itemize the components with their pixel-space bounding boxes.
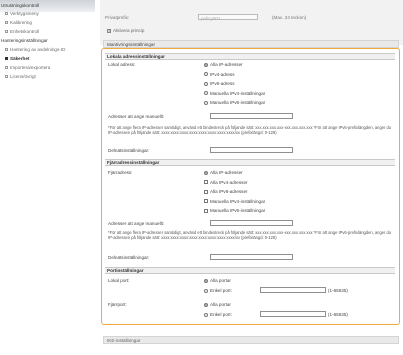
ike-settings-header: IKE-inställningar bbox=[103, 336, 399, 344]
bullet-icon bbox=[5, 30, 8, 34]
checkbox-checked-icon bbox=[107, 28, 111, 33]
local-port-single-radio[interactable]: Enkel port: bbox=[204, 288, 232, 294]
local-note: *För att ange flera IP-adresser samtidig… bbox=[108, 125, 392, 135]
radio-selected-icon bbox=[204, 302, 208, 307]
local-option-4[interactable]: Manuella IPv6-inställningar bbox=[204, 100, 265, 106]
remote-port-single-radio[interactable]: Enkel port: bbox=[204, 312, 232, 318]
remote-manual-label: Adresser att ange manuellt: bbox=[108, 221, 165, 226]
remote-manual-input[interactable] bbox=[210, 220, 293, 226]
radio-icon bbox=[204, 72, 208, 77]
remote-option-4[interactable]: Manuella IPv6-inställningar bbox=[204, 208, 265, 214]
sidebar-item[interactable]: Hantering av avdelnings-ID bbox=[5, 47, 65, 53]
sidebar-item-label: Licens/övrigt bbox=[10, 74, 36, 79]
local-port-range-hint: (1-65535) bbox=[328, 288, 348, 293]
bullet-icon bbox=[5, 75, 8, 79]
local-port-input[interactable] bbox=[260, 287, 326, 293]
sidebar-item[interactable]: Importera/exportera bbox=[5, 65, 50, 71]
local-manual-label: Adresser att ange manuellt: bbox=[108, 114, 165, 119]
local-subnet-input[interactable] bbox=[210, 147, 293, 153]
sidebar: Utrustningskontroll Verktygsmeny Kalibreri… bbox=[0, 0, 95, 355]
local-address-label: Lokal adress: bbox=[108, 62, 136, 67]
sidebar-item-label: Verktygsmeny bbox=[10, 11, 39, 16]
sidebar-item[interactable]: Verktygsmeny bbox=[5, 11, 39, 17]
bullet-icon bbox=[5, 48, 8, 52]
local-subnet-label: Delnätsinställningar: bbox=[108, 148, 150, 153]
bullet-icon bbox=[5, 57, 8, 61]
local-port-all-radio[interactable]: Alla portar bbox=[204, 278, 231, 284]
remote-option-1[interactable]: Alla IPv4-adresser bbox=[204, 180, 248, 186]
remote-port-all-radio[interactable]: Alla portar bbox=[204, 302, 231, 308]
sidebar-item[interactable]: Säkerhet bbox=[5, 56, 29, 62]
sidebar-item[interactable]: Licens/övrigt bbox=[5, 74, 36, 80]
bullet-icon bbox=[5, 12, 8, 16]
bullet-icon bbox=[5, 66, 8, 70]
section-header: Mantivringsinställningar bbox=[103, 40, 399, 48]
remote-option-0[interactable]: Alla IP-adresser bbox=[204, 170, 243, 176]
radio-icon bbox=[204, 81, 208, 86]
prefix-label: Privatprefix: bbox=[105, 15, 130, 20]
sidebar-item[interactable]: Hanteringsinställningar bbox=[1, 38, 48, 44]
local-option-3[interactable]: Manuella IPv4-inställningar bbox=[204, 91, 265, 97]
radio-selected-icon bbox=[204, 170, 208, 175]
radio-icon bbox=[204, 288, 208, 293]
sidebar-item[interactable]: Enhetskontroll bbox=[5, 29, 39, 35]
checkbox-icon bbox=[204, 180, 208, 185]
radio-icon bbox=[204, 91, 208, 96]
sidebar-item-label: Utrustningskontroll bbox=[1, 3, 40, 8]
sidebar-item[interactable]: Kalibrering bbox=[5, 20, 32, 26]
remote-note: *För att ange flera IP-adresser samtidig… bbox=[108, 230, 392, 240]
radio-selected-icon bbox=[204, 62, 208, 67]
radio-icon bbox=[204, 312, 208, 317]
radio-selected-icon bbox=[204, 278, 208, 283]
top-settings-area bbox=[100, 0, 403, 45]
remote-option-2[interactable]: Alla IPv6-adresser bbox=[204, 189, 248, 195]
port-section: Portinställningar bbox=[105, 267, 395, 274]
radio-icon bbox=[204, 100, 208, 105]
sidebar-item-label: Enhetskontroll bbox=[10, 29, 40, 34]
local-address-section: Lokala adressinställningar bbox=[105, 53, 395, 60]
remote-port-label: Fjärrport: bbox=[108, 302, 127, 307]
checkbox-icon bbox=[204, 189, 208, 194]
local-option-1[interactable]: IPv4-adress bbox=[204, 72, 235, 78]
prefix-hint: (Max. 24 tecken) bbox=[272, 15, 307, 20]
sidebar-item-label: Säkerhet bbox=[10, 56, 30, 61]
remote-subnet-label: Delnätsinställningar: bbox=[108, 255, 150, 260]
remote-address-section: Fjärradressinställningar bbox=[105, 159, 395, 166]
local-port-label: Lokal port: bbox=[108, 278, 130, 283]
prefix-input[interactable]: policy001 bbox=[198, 14, 258, 21]
remote-address-label: Fjärradress: bbox=[108, 170, 133, 175]
local-manual-input[interactable] bbox=[210, 113, 293, 119]
use-policy-checkbox[interactable]: Aktivera princip bbox=[107, 28, 144, 33]
remote-port-input[interactable] bbox=[260, 311, 326, 317]
local-option-2[interactable]: IPv6-adress bbox=[204, 81, 235, 87]
sidebar-item[interactable]: Utrustningskontroll bbox=[1, 3, 39, 9]
sidebar-item-label: Hanteringsinställningar bbox=[1, 38, 48, 43]
checkbox-icon bbox=[204, 208, 208, 213]
sidebar-item-label: Kalibrering bbox=[10, 20, 32, 25]
sidebar-item-label: Importera/exportera bbox=[10, 65, 51, 70]
remote-option-3[interactable]: Manuella IPv4-inställningar bbox=[204, 199, 265, 205]
sidebar-item-label: Hantering av avdelnings-ID bbox=[10, 47, 66, 52]
bullet-icon bbox=[5, 21, 8, 25]
checkbox-icon bbox=[204, 199, 208, 204]
remote-subnet-input[interactable] bbox=[210, 254, 293, 260]
local-option-0[interactable]: Alla IP-adresser bbox=[204, 62, 243, 68]
remote-port-range-hint: (1-65535) bbox=[328, 312, 348, 317]
